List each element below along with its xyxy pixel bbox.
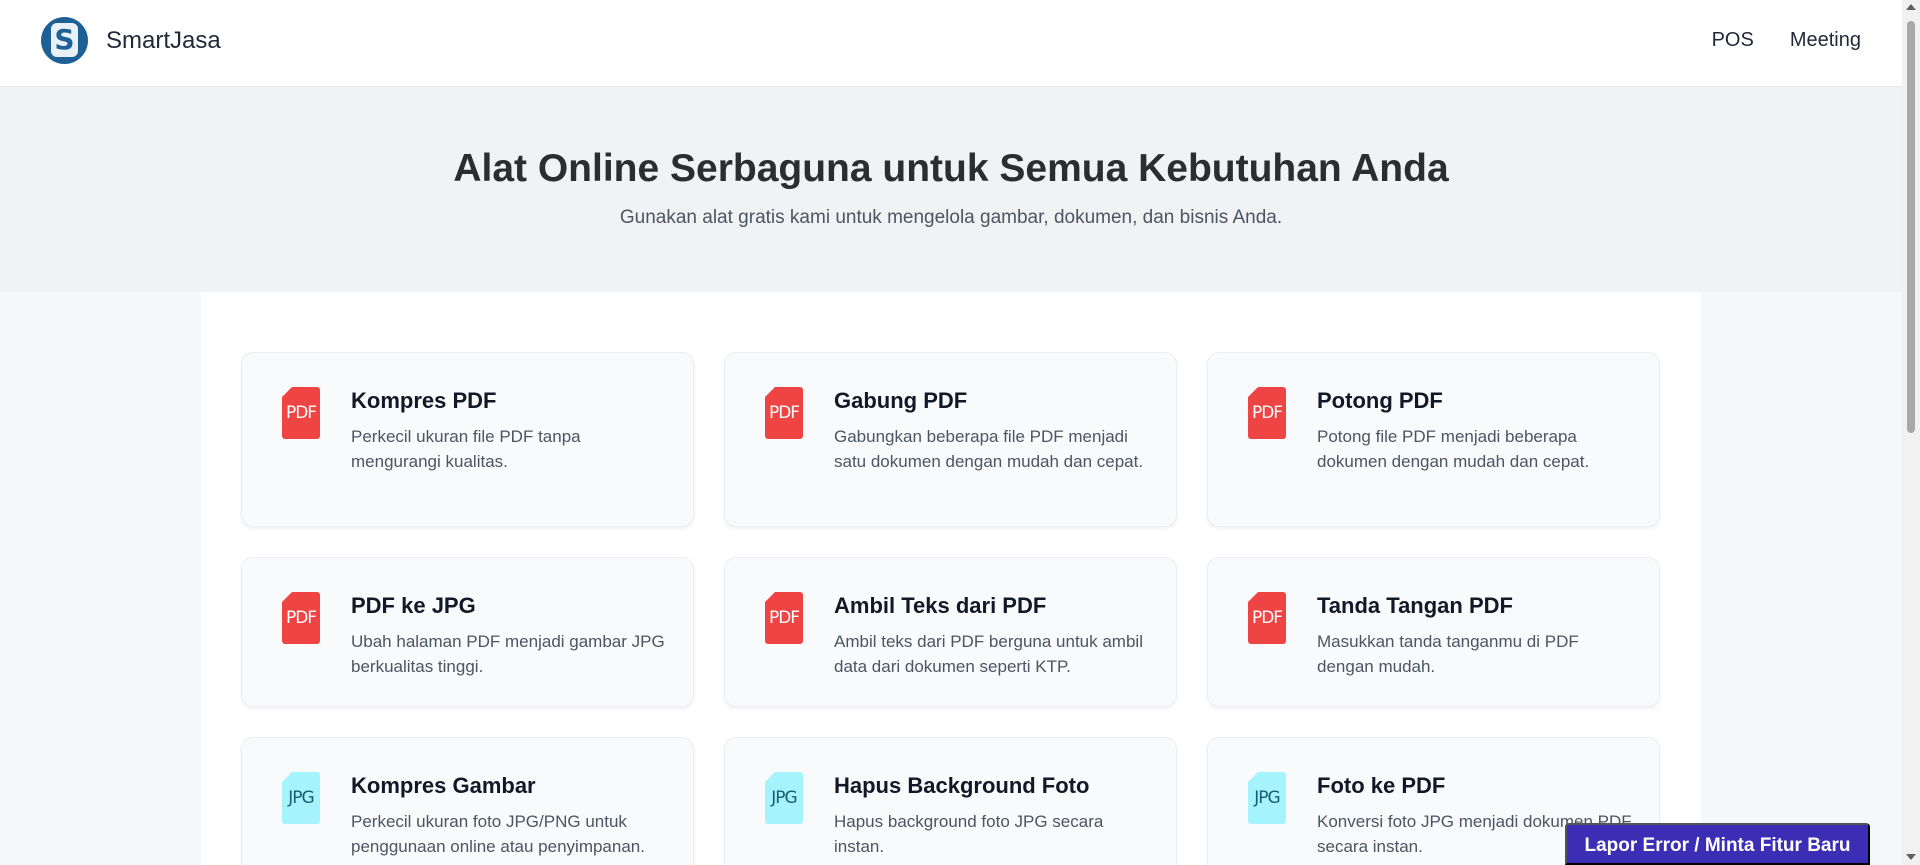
tool-card-hapus-background[interactable]: JPG Hapus Background Foto Hapus backgrou… (724, 737, 1177, 865)
tool-card-pdf-ke-jpg[interactable]: PDF PDF ke JPG Ubah halaman PDF menjadi … (241, 557, 694, 707)
pdf-file-icon: PDF (1248, 592, 1286, 644)
scrollbar-thumb[interactable] (1907, 21, 1915, 433)
tool-title: Ambil Teks dari PDF (834, 593, 1047, 618)
page-title: Alat Online Serbaguna untuk Semua Kebutu… (453, 147, 1449, 190)
tool-card-ambil-teks-pdf[interactable]: PDF Ambil Teks dari PDF Ambil teks dari … (724, 557, 1177, 707)
tool-card-gabung-pdf[interactable]: PDF Gabung PDF Gabungkan beberapa file P… (724, 352, 1177, 527)
tool-description: Potong file PDF menjadi beberapa dokumen… (1317, 427, 1590, 471)
logo-letter: S (51, 23, 78, 57)
tool-title: Kompres PDF (351, 388, 497, 413)
tool-title: Kompres Gambar (351, 773, 536, 798)
jpg-file-icon: JPG (1248, 772, 1286, 824)
nav-link-pos[interactable]: POS (1712, 29, 1754, 52)
tool-title: PDF ke JPG (351, 593, 476, 618)
tool-description: Perkecil ukuran file PDF tanpa mengurang… (351, 427, 581, 471)
tools-container: PDF Kompres PDF Perkecil ukuran file PDF… (201, 292, 1701, 865)
hero-section: Alat Online Serbaguna untuk Semua Kebutu… (0, 87, 1902, 292)
top-navbar: S SmartJasa POS Meeting (0, 0, 1902, 87)
tool-title: Tanda Tangan PDF (1317, 593, 1513, 618)
tool-description: Ambil teks dari PDF berguna untuk ambil … (834, 632, 1143, 676)
jpg-file-icon: JPG (282, 772, 320, 824)
report-error-button[interactable]: Lapor Error / Minta Fitur Baru (1565, 823, 1870, 865)
jpg-file-icon: JPG (765, 772, 803, 824)
tool-title: Potong PDF (1317, 388, 1443, 413)
tool-description: Hapus background foto JPG secara instan. (834, 812, 1104, 856)
nav-link-meeting[interactable]: Meeting (1790, 29, 1861, 52)
pdf-file-icon: PDF (282, 387, 320, 439)
smartjasa-logo-icon: S (41, 17, 88, 64)
scroll-up-arrow-icon[interactable] (1906, 4, 1916, 10)
tool-description: Masukkan tanda tanganmu di PDF dengan mu… (1317, 632, 1579, 676)
tool-card-kompres-pdf[interactable]: PDF Kompres PDF Perkecil ukuran file PDF… (241, 352, 694, 527)
tool-description: Perkecil ukuran foto JPG/PNG untuk pengg… (351, 812, 645, 856)
tool-title: Foto ke PDF (1317, 773, 1446, 798)
brand[interactable]: S SmartJasa (41, 17, 221, 64)
pdf-file-icon: PDF (282, 592, 320, 644)
tool-card-kompres-gambar[interactable]: JPG Kompres Gambar Perkecil ukuran foto … (241, 737, 694, 865)
scroll-down-arrow-icon[interactable] (1906, 854, 1916, 860)
page-subtitle: Gunakan alat gratis kami untuk mengelola… (619, 207, 1283, 228)
brand-name: SmartJasa (106, 26, 221, 54)
tool-description: Gabungkan beberapa file PDF menjadi satu… (834, 427, 1144, 471)
pdf-file-icon: PDF (765, 387, 803, 439)
tool-title: Gabung PDF (834, 388, 968, 413)
tool-card-potong-pdf[interactable]: PDF Potong PDF Potong file PDF menjadi b… (1207, 352, 1660, 527)
tool-title: Hapus Background Foto (834, 773, 1090, 798)
pdf-file-icon: PDF (1248, 387, 1286, 439)
tool-description: Ubah halaman PDF menjadi gambar JPG berk… (351, 632, 665, 676)
scrollbar[interactable] (1902, 0, 1920, 865)
tool-card-tanda-tangan-pdf[interactable]: PDF Tanda Tangan PDF Masukkan tanda tang… (1207, 557, 1660, 707)
nav-links: POS Meeting (1676, 29, 1861, 52)
pdf-file-icon: PDF (765, 592, 803, 644)
